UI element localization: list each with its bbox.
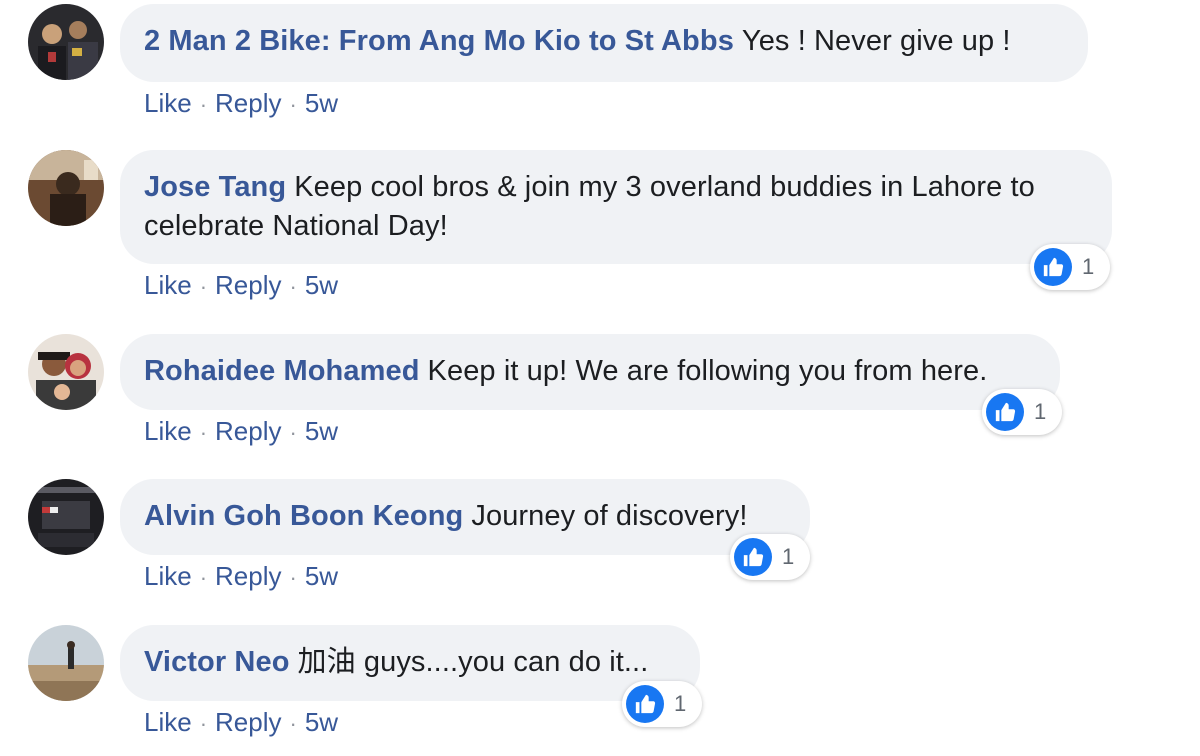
separator: · [289,565,297,590]
reaction-summary[interactable]: 1 [1030,244,1111,290]
separator: · [289,711,297,736]
reply-link[interactable]: Reply [215,88,281,118]
comment-author[interactable]: 2 Man 2 Bike: From Ang Mo Kio to St Abbs [144,25,734,57]
like-link[interactable]: Like [144,270,192,300]
comment-bubble: 2 Man 2 Bike: From Ang Mo Kio to St Abbs… [120,4,1088,82]
comment-text: Journey of discovery! [471,500,748,532]
comment-bubble: Victor Neo 加油 guys....you can do it... [120,625,700,701]
reaction-count: 1 [674,691,687,716]
separator: · [289,420,297,445]
comment-author[interactable]: Rohaidee Mohamed [144,355,420,387]
comment-text: Keep it up! We are following you from he… [427,355,988,387]
like-link[interactable]: Like [144,707,192,737]
reaction-count: 1 [1034,399,1047,424]
separator: · [199,420,208,445]
reaction-summary[interactable]: 1 [982,389,1063,435]
comment-actions: Like · Reply · 5w [144,561,338,593]
comment-bubble: Rohaidee Mohamed Keep it up! We are follo… [120,334,1060,410]
like-link[interactable]: Like [144,561,192,591]
comment-bubble: Jose Tang Keep cool bros & join my 3 over… [120,150,1112,264]
reply-link[interactable]: Reply [215,707,281,737]
reaction-summary[interactable]: 1 [730,534,811,580]
separator: · [199,92,208,117]
comment-actions: Like · Reply · 5w [144,88,338,120]
comment-author[interactable]: Alvin Goh Boon Keong [144,500,463,532]
thumbs-up-icon [626,685,664,723]
separator: · [199,274,208,299]
comment-actions: Like · Reply · 5w [144,416,338,448]
comment-actions: Like · Reply · 5w [144,707,338,739]
separator: · [199,711,208,736]
timestamp[interactable]: 5w [305,270,338,300]
like-link[interactable]: Like [144,88,192,118]
reaction-count: 1 [1082,254,1095,279]
avatar[interactable] [28,479,104,555]
reply-link[interactable]: Reply [215,270,281,300]
timestamp[interactable]: 5w [305,707,338,737]
comment-text: 加油 guys....you can do it... [297,646,649,678]
timestamp[interactable]: 5w [305,416,338,446]
comment-text: Yes ! Never give up ! [741,25,1011,57]
like-link[interactable]: Like [144,416,192,446]
comment-author[interactable]: Jose Tang [144,171,286,203]
comment-author[interactable]: Victor Neo [144,646,290,678]
separator: · [199,565,208,590]
timestamp[interactable]: 5w [305,88,338,118]
separator: · [289,274,297,299]
avatar[interactable] [28,334,104,410]
comment-bubble: Alvin Goh Boon Keong Journey of discovery… [120,479,810,555]
reaction-count: 1 [782,544,795,569]
timestamp[interactable]: 5w [305,561,338,591]
separator: · [289,92,297,117]
avatar[interactable] [28,150,104,226]
reaction-summary[interactable]: 1 [622,681,703,727]
reply-link[interactable]: Reply [215,561,281,591]
thumbs-up-icon [986,393,1024,431]
avatar[interactable] [28,4,104,80]
thumbs-up-icon [1034,248,1072,286]
comment-actions: Like · Reply · 5w [144,270,338,302]
avatar[interactable] [28,625,104,701]
thumbs-up-icon [734,538,772,576]
reply-link[interactable]: Reply [215,416,281,446]
